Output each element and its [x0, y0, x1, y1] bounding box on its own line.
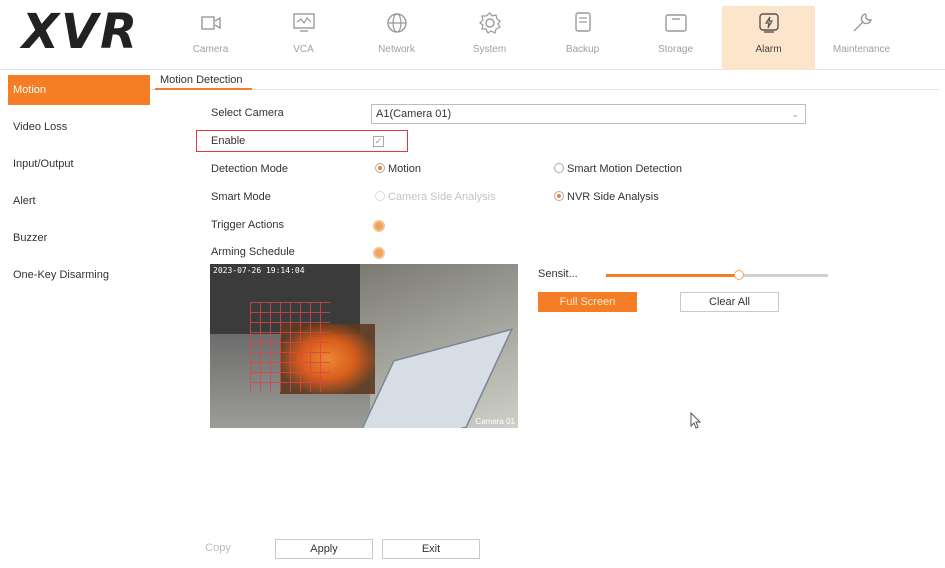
- smart-mode-camera-side-option[interactable]: Camera Side Analysis: [375, 191, 496, 203]
- sidebar-item-buzzer[interactable]: Buzzer: [8, 223, 150, 260]
- preview-camera-label: Camera 01: [475, 417, 515, 426]
- enable-label: Enable: [211, 135, 246, 147]
- tab-motion-detection[interactable]: Motion Detection: [160, 74, 243, 86]
- sidebar-item-motion[interactable]: Motion: [8, 75, 150, 105]
- wrench-icon: [849, 10, 875, 36]
- sensitivity-slider-thumb[interactable]: [734, 270, 745, 280]
- app-logo: XVR: [22, 4, 140, 60]
- exit-button[interactable]: Exit: [382, 539, 480, 559]
- nav-system[interactable]: System: [443, 6, 536, 70]
- select-camera-label: Select Camera: [211, 107, 284, 119]
- trigger-actions-settings-icon[interactable]: [373, 220, 385, 232]
- nav-camera[interactable]: Camera: [164, 6, 257, 70]
- nav-backup[interactable]: Backup: [536, 6, 629, 70]
- option-label: Smart Motion Detection: [567, 163, 682, 175]
- trigger-actions-label: Trigger Actions: [211, 219, 284, 231]
- nav-label: Alarm: [755, 44, 782, 55]
- arming-schedule-label: Arming Schedule: [211, 246, 295, 258]
- camera-icon: [198, 10, 224, 36]
- mouse-cursor-icon: [690, 411, 702, 433]
- storage-icon: [663, 10, 689, 36]
- sidebar-item-video-loss[interactable]: Video Loss: [8, 112, 150, 149]
- sensitivity-slider[interactable]: [606, 270, 828, 280]
- backup-icon: [570, 10, 596, 36]
- nav-label: Maintenance: [832, 44, 891, 55]
- nav-label: VCA: [293, 44, 314, 55]
- sensitivity-slider-fill: [606, 274, 740, 277]
- apply-button[interactable]: Apply: [275, 539, 373, 559]
- system-gear-icon: [477, 10, 503, 36]
- nav-alarm[interactable]: Alarm: [722, 6, 815, 70]
- option-label: Camera Side Analysis: [388, 191, 496, 203]
- vca-icon: [291, 10, 317, 36]
- sidebar-item-input-output[interactable]: Input/Output: [8, 149, 150, 186]
- nav-storage[interactable]: Storage: [629, 6, 722, 70]
- radio-selected-icon: [375, 163, 385, 173]
- radio-disabled-icon: [375, 191, 385, 201]
- chevron-down-icon: ⌄: [791, 109, 799, 119]
- preview-timestamp: 2023-07-26 19:14:04: [213, 266, 305, 275]
- sidebar-item-one-key-disarming[interactable]: One-Key Disarming: [8, 260, 150, 297]
- alarm-icon: [756, 10, 782, 36]
- motion-area-grid[interactable]: [250, 302, 330, 392]
- enable-checkbox[interactable]: ✓: [373, 136, 384, 147]
- camera-select[interactable]: A1(Camera 01) ⌄: [371, 104, 806, 124]
- radio-selected-icon: [554, 191, 564, 201]
- radio-unselected-icon: [554, 163, 564, 173]
- sidebar-item-alert[interactable]: Alert: [8, 186, 150, 223]
- nav-label: Backup: [565, 44, 600, 55]
- option-label: Motion: [388, 163, 422, 175]
- network-globe-icon: [384, 10, 410, 36]
- nav-label: Storage: [657, 44, 694, 55]
- detection-mode-motion-option[interactable]: Motion: [375, 163, 421, 175]
- detection-mode-smart-option[interactable]: Smart Motion Detection: [554, 163, 682, 175]
- nav-label: Network: [378, 44, 415, 55]
- full-screen-button[interactable]: Full Screen: [538, 292, 637, 312]
- active-tab-underline: [155, 88, 252, 90]
- copy-button[interactable]: Copy: [196, 539, 240, 559]
- arming-schedule-settings-icon[interactable]: [373, 247, 385, 259]
- top-bar: XVR Camera VCA Network System Backup Sto…: [0, 0, 945, 70]
- nav-label: System: [472, 44, 507, 55]
- option-label: NVR Side Analysis: [567, 191, 659, 203]
- nav-maintenance[interactable]: Maintenance: [815, 6, 908, 70]
- nav-vca[interactable]: VCA: [257, 6, 350, 70]
- detection-mode-label: Detection Mode: [211, 163, 289, 175]
- camera-select-value: A1(Camera 01): [376, 108, 452, 120]
- camera-preview[interactable]: 2023-07-26 19:14:04 Camera 01: [210, 264, 518, 428]
- sensitivity-label: Sensit...: [538, 268, 578, 280]
- section-divider: [150, 89, 940, 90]
- main-nav: Camera VCA Network System Backup Storage…: [164, 6, 908, 70]
- sidebar: Motion Video Loss Input/Output Alert Buz…: [8, 75, 150, 297]
- smart-mode-label: Smart Mode: [211, 191, 271, 203]
- nav-network[interactable]: Network: [350, 6, 443, 70]
- nav-label: Camera: [192, 44, 229, 55]
- smart-mode-nvr-side-option[interactable]: NVR Side Analysis: [554, 191, 659, 203]
- clear-all-button[interactable]: Clear All: [680, 292, 779, 312]
